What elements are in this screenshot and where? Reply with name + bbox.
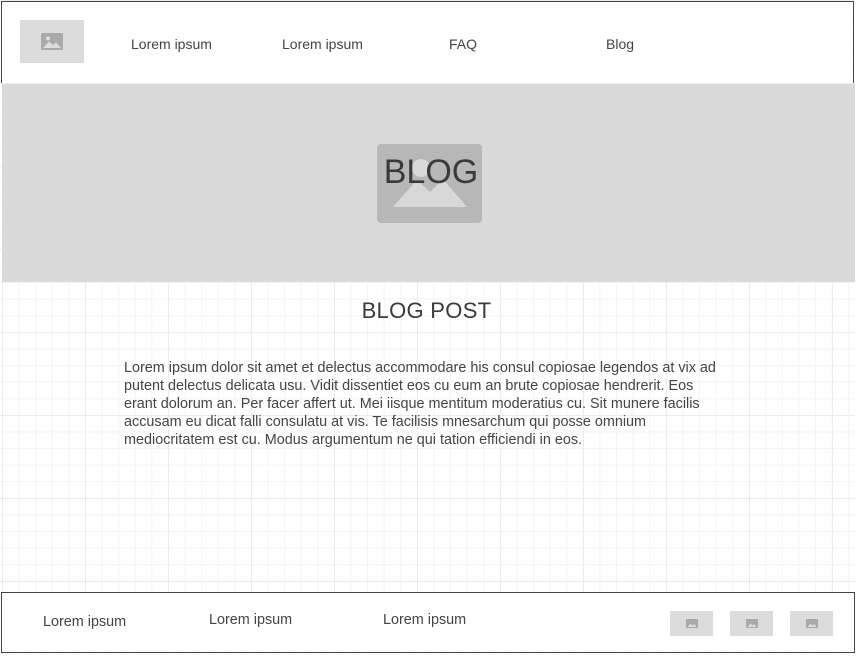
site-header: Lorem ipsum Lorem ipsum FAQ Blog [1,1,854,83]
site-footer: Lorem ipsum Lorem ipsum Lorem ipsum [1,592,855,653]
image-placeholder-icon [685,619,698,628]
image-placeholder-icon [745,619,758,628]
nav-link-2[interactable]: Lorem ipsum [282,36,363,52]
logo-image-placeholder[interactable] [20,20,84,63]
image-placeholder-icon [805,619,818,628]
social-image-placeholder-3[interactable] [790,611,833,636]
footer-link-3[interactable]: Lorem ipsum [383,612,466,628]
social-image-placeholder-1[interactable] [670,611,713,636]
hero-banner: BLOG [2,84,855,282]
footer-link-1[interactable]: Lorem ipsum [43,614,126,630]
nav-link-blog[interactable]: Blog [606,36,634,52]
nav-link-1[interactable]: Lorem ipsum [131,36,212,52]
nav-link-faq[interactable]: FAQ [449,36,477,52]
footer-link-2[interactable]: Lorem ipsum [209,612,292,628]
social-image-placeholder-2[interactable] [730,611,773,636]
image-placeholder-icon [41,33,63,50]
post-body: Lorem ipsum dolor sit amet et delectus a… [124,360,716,448]
post-title: BLOG POST [361,298,492,323]
page-canvas: Lorem ipsum Lorem ipsum FAQ Blog BLOG BL… [0,0,855,654]
hero-title: BLOG [383,153,479,191]
